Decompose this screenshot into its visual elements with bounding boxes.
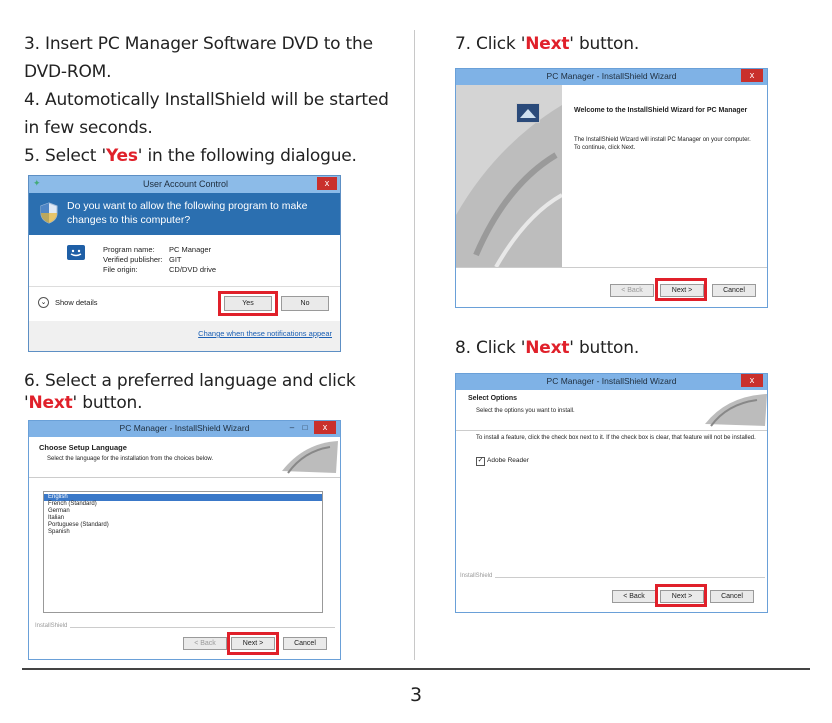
language-wizard-titlebar: PC Manager - InstallShield Wizard – □ x: [29, 421, 340, 437]
uac-info-values: PC Manager GIT CD/DVD drive: [169, 245, 216, 275]
uac-title: User Account Control: [142, 179, 229, 189]
step-7-pre: 7. Click ': [455, 34, 526, 54]
uac-question-line1: Do you want to allow the following progr…: [67, 200, 308, 212]
step-6-emphasis: Next: [28, 393, 73, 413]
yes-highlight-box: [218, 291, 278, 316]
installshield-brand: InstallShield: [35, 623, 71, 629]
language-option[interactable]: Portuguese (Standard): [44, 522, 322, 529]
step-6-post: ' button.: [72, 393, 143, 413]
options-wizard-close-button[interactable]: x: [741, 374, 763, 387]
welcome-back-button[interactable]: < Back: [610, 284, 654, 297]
welcome-footer-separator: [456, 267, 767, 268]
cancel-button[interactable]: Cancel: [283, 637, 327, 650]
language-option[interactable]: Italian: [44, 515, 322, 522]
options-heading: Select Options: [468, 395, 518, 402]
welcome-cancel-button[interactable]: Cancel: [712, 284, 756, 297]
options-wizard-title: PC Manager - InstallShield Wizard: [546, 376, 677, 386]
maximize-button[interactable]: □: [299, 423, 311, 433]
step-8-emphasis: Next: [525, 338, 570, 358]
page-number: 3: [409, 684, 423, 706]
step-5-pre: 5. Select ': [24, 146, 106, 166]
welcome-wizard-close-button[interactable]: x: [741, 69, 763, 82]
welcome-heading: Welcome to the InstallShield Wizard for …: [574, 107, 748, 114]
options-wizard-window: PC Manager - InstallShield Wizard x Sele…: [455, 373, 768, 613]
adobe-reader-checkbox[interactable]: ✓: [476, 457, 485, 466]
language-wizard-header: Choose Setup Language Select the languag…: [29, 437, 340, 478]
program-name-label: Program name:: [103, 245, 155, 254]
step-5-emphasis: Yes: [105, 146, 138, 166]
welcome-side-graphic: [456, 85, 563, 268]
program-icon: [67, 245, 85, 260]
options-banner-graphic: [697, 390, 767, 430]
next-highlight-box: [227, 632, 279, 655]
step-5: 5. Select 'Yes' in the following dialogu…: [24, 142, 357, 170]
welcome-body: The InstallShield Wizard will install PC…: [574, 137, 751, 151]
step-4-line2: in few seconds.: [24, 118, 153, 138]
page-footer-rule: [22, 668, 810, 670]
adobe-reader-label: Adobe Reader: [487, 457, 529, 464]
step-7-emphasis: Next: [525, 34, 570, 54]
step-8: 8. Click 'Next' button.: [455, 334, 639, 362]
step-5-post: ' in the following dialogue.: [137, 146, 357, 166]
uac-dialog: ✦ User Account Control x Do you want to …: [28, 175, 341, 352]
language-heading: Choose Setup Language: [39, 443, 127, 452]
uac-titlebar: ✦ User Account Control x: [29, 176, 340, 193]
step-8-pre: 8. Click ': [455, 338, 526, 358]
language-wizard-window: PC Manager - InstallShield Wizard – □ x …: [28, 420, 341, 660]
publisher-value: GIT: [169, 255, 182, 264]
language-option-selected[interactable]: English: [44, 494, 322, 501]
file-origin-value: CD/DVD drive: [169, 265, 217, 274]
language-option[interactable]: Spanish: [44, 529, 322, 536]
step-7-post: ' button.: [569, 34, 640, 54]
chevron-down-icon[interactable]: ⌄: [38, 297, 49, 308]
language-list: English French (Standard) German Italian Por…: [44, 492, 322, 536]
welcome-wizard-window: PC Manager - InstallShield Wizard x Welc…: [455, 68, 768, 308]
show-details-link[interactable]: Show details: [55, 299, 98, 307]
uac-separator: [29, 286, 340, 287]
step-3-line2: DVD-ROM.: [24, 62, 112, 82]
welcome-wizard-titlebar: PC Manager - InstallShield Wizard x: [456, 69, 767, 85]
language-option[interactable]: German: [44, 508, 322, 515]
language-wizard-close-button[interactable]: x: [314, 421, 336, 434]
step-4-line1: 4. Automotically InstallShield will be s…: [24, 90, 389, 110]
options-instruction: To install a feature, click the check bo…: [476, 435, 756, 441]
language-option[interactable]: French (Standard): [44, 501, 322, 508]
step-3-line1: 3. Insert PC Manager Software DVD to the: [24, 34, 373, 54]
welcome-wizard-title: PC Manager - InstallShield Wizard: [546, 71, 677, 81]
publisher-label: Verified publisher:: [103, 255, 163, 264]
options-back-button[interactable]: < Back: [612, 590, 656, 603]
welcome-next-highlight-box: [655, 278, 707, 301]
options-subheading: Select the options you want to install.: [476, 408, 575, 414]
shield-icon: [39, 202, 59, 224]
options-wizard-titlebar: PC Manager - InstallShield Wizard x: [456, 374, 767, 390]
uac-question: Do you want to allow the following progr…: [67, 199, 307, 227]
options-next-highlight-box: [655, 584, 707, 607]
installer-icon: [516, 103, 540, 123]
uac-info-labels: Program name: Verified publisher: File o…: [103, 245, 163, 275]
uac-question-line2: changes to this computer?: [67, 214, 191, 226]
uac-close-button[interactable]: x: [317, 177, 337, 190]
step-6-line2: 'Next' button.: [24, 389, 143, 417]
change-notifications-link[interactable]: Change when these notifications appear: [198, 329, 332, 338]
options-wizard-header: Select Options Select the options you wa…: [456, 390, 767, 431]
file-origin-label: File origin:: [103, 265, 138, 274]
options-footer-separator: [460, 577, 765, 578]
wizard-banner-graphic: [274, 437, 340, 477]
options-installshield-brand: InstallShield: [460, 573, 496, 579]
minimize-button[interactable]: –: [286, 423, 298, 433]
step-7: 7. Click 'Next' button.: [455, 30, 639, 58]
program-name-value: PC Manager: [169, 245, 212, 254]
uac-header: Do you want to allow the following progr…: [29, 193, 340, 235]
back-button[interactable]: < Back: [183, 637, 227, 650]
footer-separator: [35, 627, 335, 628]
step-8-post: ' button.: [569, 338, 640, 358]
column-divider: [414, 30, 415, 660]
no-button[interactable]: No: [281, 296, 329, 311]
language-subheading: Select the language for the installation…: [47, 456, 214, 462]
language-listbox[interactable]: English French (Standard) German Italian Por…: [43, 491, 323, 613]
options-cancel-button[interactable]: Cancel: [710, 590, 754, 603]
